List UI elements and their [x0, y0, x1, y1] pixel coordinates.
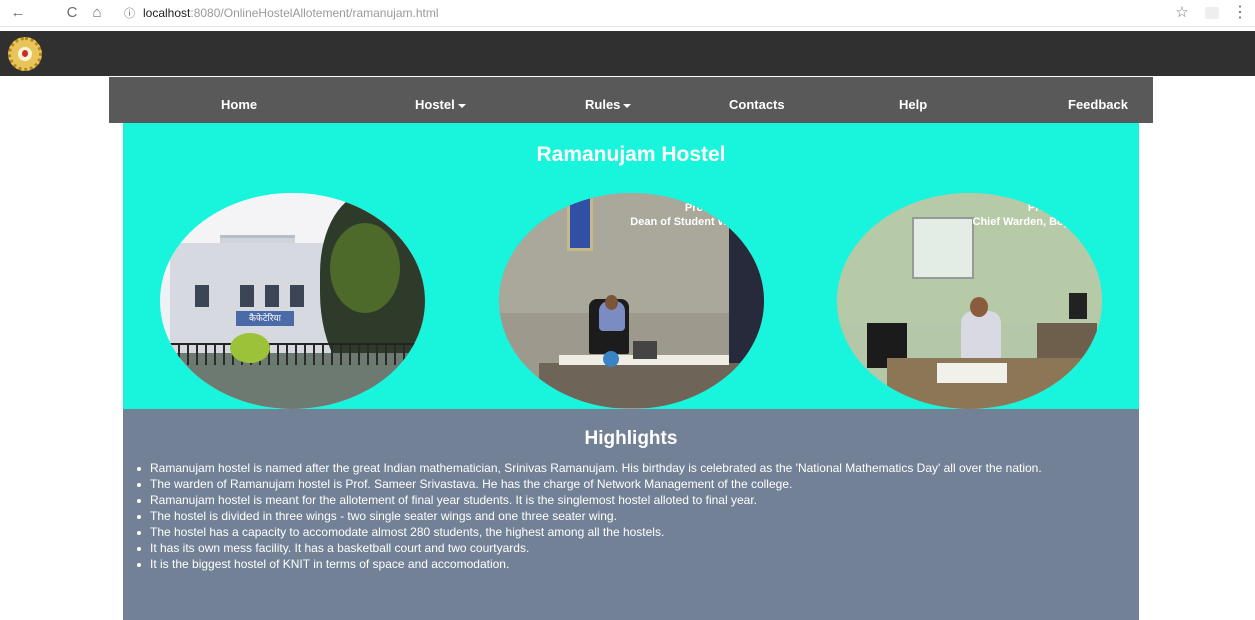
college-logo-icon[interactable]	[8, 37, 42, 71]
photo-person-head	[970, 297, 988, 317]
browser-toolbar: ← C ⌂ ⓘ localhost:8080/OnlineHostelAllote…	[0, 0, 1255, 27]
main-navigation: Home Hostel Rules Contacts Help Feedback	[109, 77, 1153, 123]
nav-contacts[interactable]: Contacts	[729, 77, 785, 123]
site-header	[0, 31, 1255, 76]
url-path: :8080/OnlineHostelAllotement/ramanujam.h…	[190, 6, 439, 20]
browser-menu-icon[interactable]: ⋮	[1232, 3, 1248, 23]
highlights-section: Highlights Ramanujam hostel is named aft…	[123, 409, 1139, 620]
hostel-hero: Ramanujam Hostel कैफेटेरिया Prof. A. S D…	[123, 123, 1139, 409]
list-item: The hostel has a capacity to accomodate …	[135, 525, 1115, 540]
photo-person	[961, 311, 1001, 361]
photo-fence	[160, 343, 425, 365]
photo-whiteboard	[912, 217, 974, 279]
photo-window	[265, 285, 279, 307]
photo-shelf	[1037, 323, 1097, 363]
nav-help-label: Help	[899, 97, 928, 112]
nav-contacts-label: Contacts	[729, 97, 785, 112]
photo-tree-foliage	[330, 223, 400, 313]
photo-papers	[937, 363, 1007, 383]
hostel-building-photo: कैफेटेरिया	[160, 193, 425, 409]
photo-person-head	[605, 295, 618, 310]
caption-name: Prof. A. S	[684, 202, 734, 214]
info-icon[interactable]: ⓘ	[124, 4, 140, 20]
photo-window	[195, 285, 209, 307]
photo-bush	[230, 333, 270, 363]
nav-hostel-dropdown[interactable]: Hostel	[415, 77, 466, 123]
reload-icon[interactable]: C	[62, 3, 82, 23]
photo-caption: Prof. A. S Dean of Student We	[630, 201, 734, 229]
list-item: The hostel is divided in three wings - t…	[135, 509, 1115, 524]
photo-globe	[603, 351, 619, 367]
highlights-title: Highlights	[584, 428, 678, 449]
photo-picture-frame	[567, 193, 593, 251]
photo-caption: Prof. B.P. Chief Warden, Boys	[973, 201, 1077, 229]
caption-role: Chief Warden, Boys	[972, 216, 1077, 228]
photo-window	[290, 285, 304, 307]
nav-home[interactable]: Home	[221, 77, 257, 123]
page-title: Ramanujam Hostel	[536, 143, 726, 166]
logo-center	[18, 47, 32, 61]
list-item: Ramanujam hostel is named after the grea…	[135, 461, 1115, 476]
caption-role: Dean of Student We	[630, 216, 734, 228]
list-item: The warden of Ramanujam hostel is Prof. …	[135, 477, 1115, 492]
caret-down-icon	[457, 103, 466, 108]
photo-laptop	[633, 341, 657, 359]
nav-help[interactable]: Help	[899, 77, 927, 123]
bookmark-star-icon[interactable]: ☆	[1172, 3, 1192, 23]
building-sign: कैफेटेरिया	[236, 311, 294, 326]
back-icon[interactable]: ←	[8, 3, 28, 23]
list-item: Ramanujam hostel is meant for the allote…	[135, 493, 1115, 508]
nav-hostel-label: Hostel	[415, 97, 455, 112]
nav-rules-dropdown[interactable]: Rules	[585, 77, 632, 123]
home-icon[interactable]: ⌂	[87, 3, 107, 23]
nav-feedback-label: Feedback	[1068, 97, 1128, 112]
photo-monitor	[1069, 293, 1087, 319]
dean-office-photo: Prof. A. S Dean of Student We	[499, 193, 764, 409]
logo-flame	[22, 50, 28, 57]
caret-down-icon	[623, 103, 632, 108]
nav-home-label: Home	[221, 97, 258, 112]
extension-icon[interactable]	[1205, 7, 1219, 19]
url-host: localhost	[143, 6, 191, 20]
list-item: It is the biggest hostel of KNIT in term…	[135, 557, 1115, 572]
photo-window	[240, 285, 254, 307]
list-item: It has its own mess facility. It has a b…	[135, 541, 1115, 556]
nav-rules-label: Rules	[585, 97, 621, 112]
nav-feedback[interactable]: Feedback	[1068, 77, 1128, 123]
caption-name: Prof. B.P.	[1027, 202, 1076, 214]
highlights-list: Ramanujam hostel is named after the grea…	[135, 461, 1115, 573]
address-bar[interactable]: ⓘ localhost:8080/OnlineHostelAllotement/r…	[124, 3, 1194, 23]
photo-desk	[539, 363, 749, 408]
chief-warden-office-photo: Prof. B.P. Chief Warden, Boys	[837, 193, 1102, 409]
